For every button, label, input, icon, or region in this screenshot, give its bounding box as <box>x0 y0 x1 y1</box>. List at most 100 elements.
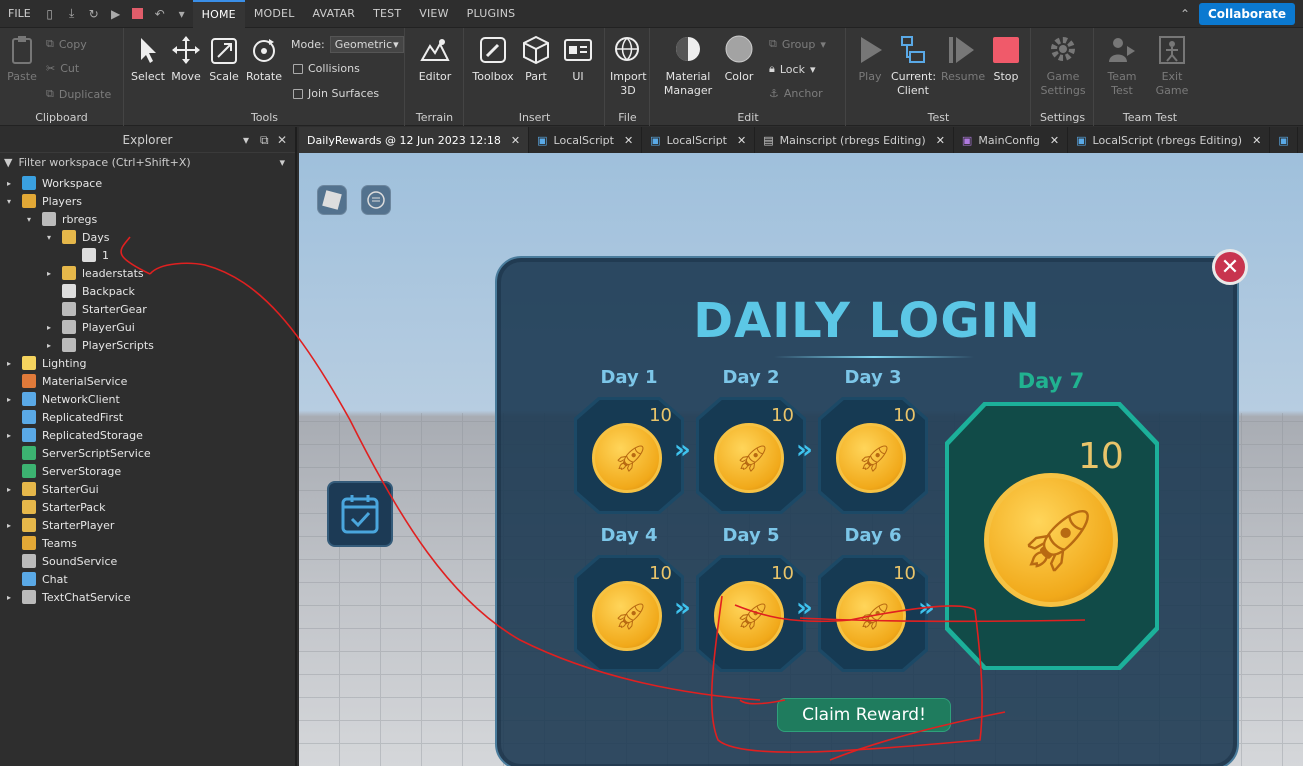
exit-game-button[interactable]: Exit Game <box>1153 34 1191 98</box>
expand-arrow-icon[interactable]: ▸ <box>4 395 14 404</box>
copy-button[interactable]: ⧉ Copy <box>46 37 87 51</box>
game-settings-button[interactable]: Game Settings <box>1040 34 1086 98</box>
select-button[interactable]: Select <box>131 34 165 84</box>
stop-icon[interactable] <box>127 0 149 28</box>
claim-reward-button[interactable]: Claim Reward! <box>777 698 951 732</box>
scale-button[interactable]: Scale <box>207 34 241 84</box>
daily-rewards-open-button[interactable] <box>327 481 393 547</box>
duplicate-button[interactable]: ⧉ Duplicate <box>46 87 111 101</box>
explorer-item-lighting[interactable]: ▸ Lighting <box>4 354 86 372</box>
explorer-item-starterplayer[interactable]: ▸ StarterPlayer <box>4 516 114 534</box>
filter-workspace-input[interactable]: ▼ Filter workspace (Ctrl+Shift+X) ▾ <box>0 153 295 171</box>
tab-model[interactable]: MODEL <box>245 0 304 28</box>
tab-localscript-2[interactable]: ▣ LocalScript ✕ <box>642 127 756 153</box>
undo-icon[interactable]: ↶ <box>149 0 171 28</box>
expand-arrow-icon[interactable]: ▸ <box>4 485 14 494</box>
paste-button[interactable]: Paste <box>6 34 38 84</box>
close-panel-button[interactable]: ✕ <box>1212 249 1248 285</box>
toolbox-button[interactable]: Toolbox <box>471 34 515 84</box>
tab-view[interactable]: VIEW <box>410 0 457 28</box>
explorer-item-players[interactable]: ▾ Players <box>4 192 82 210</box>
tab-localscript-1[interactable]: ▣ LocalScript ✕ <box>529 127 643 153</box>
explorer-item-playerscripts[interactable]: ▸ PlayerScripts <box>44 336 154 354</box>
explorer-item-serverscriptservice[interactable]: ServerScriptService <box>4 444 151 462</box>
day-card[interactable]: 10 🚀︎ <box>696 397 806 514</box>
explorer-item-backpack[interactable]: Backpack <box>44 282 135 300</box>
move-button[interactable]: Move <box>169 34 203 84</box>
expand-arrow-icon[interactable]: ▸ <box>4 521 14 530</box>
collapse-ribbon-icon[interactable]: ⌃ <box>1180 0 1190 28</box>
explorer-item-chat[interactable]: Chat <box>4 570 68 588</box>
explorer-item-soundservice[interactable]: SoundService <box>4 552 117 570</box>
tab-home[interactable]: HOME <box>192 0 245 28</box>
terrain-editor-button[interactable]: Editor <box>418 34 452 84</box>
expand-arrow-icon[interactable]: ▾ <box>4 197 14 206</box>
day-card[interactable]: 10 🚀︎ <box>818 555 928 672</box>
tab-plugins[interactable]: PLUGINS <box>458 0 525 28</box>
collisions-toggle[interactable]: Collisions <box>293 62 360 75</box>
chat-button[interactable] <box>361 185 391 215</box>
team-test-button[interactable]: Team Test <box>1103 34 1141 98</box>
explorer-item-startergear[interactable]: StarterGear <box>44 300 147 318</box>
ui-button[interactable]: UI <box>563 34 593 84</box>
tab-overflow[interactable]: ▣ <box>1270 127 1298 153</box>
collisions-checkbox[interactable] <box>293 63 303 74</box>
explorer-item-rbregs[interactable]: ▾ rbregs <box>24 210 97 228</box>
explorer-item-replicatedstorage[interactable]: ▸ ReplicatedStorage <box>4 426 143 444</box>
game-scene[interactable]: DAILY LOGIN Day 1 10 🚀︎» Day 2 10 🚀︎» Day 3 10 🚀… <box>299 153 1303 766</box>
expand-arrow-icon[interactable]: ▸ <box>4 593 14 602</box>
explorer-item-teams[interactable]: Teams <box>4 534 77 552</box>
day-card[interactable]: 10 🚀︎ <box>574 397 684 514</box>
close-icon[interactable]: ✕ <box>511 134 520 147</box>
explorer-item-workspace[interactable]: ▸ Workspace <box>4 174 102 192</box>
anchor-button[interactable]: ⚓︎ Anchor <box>769 87 823 100</box>
close-icon[interactable]: ✕ <box>624 134 633 147</box>
filter-dropdown-icon[interactable]: ▾ <box>279 156 285 169</box>
day-card[interactable]: 10 🚀︎ <box>574 555 684 672</box>
mode-dropdown[interactable]: Geometric ▾ <box>329 36 404 53</box>
roblox-menu-button[interactable] <box>317 185 347 215</box>
expand-arrow-icon[interactable]: ▾ <box>24 215 34 224</box>
expand-arrow-icon[interactable]: ▸ <box>4 359 14 368</box>
stop-button[interactable]: Stop <box>989 34 1023 84</box>
explorer-item-leaderstats[interactable]: ▸ leaderstats <box>44 264 144 282</box>
tab-mainscript[interactable]: ▤ Mainscript (rbregs Editing) ✕ <box>755 127 954 153</box>
explorer-item-playergui[interactable]: ▸ PlayerGui <box>44 318 135 336</box>
lock-button[interactable]: 🔒︎ Lock ▾ <box>769 62 815 76</box>
explorer-item-startergui[interactable]: ▸ StarterGui <box>4 480 99 498</box>
close-icon[interactable]: ✕ <box>1252 134 1261 147</box>
close-icon[interactable]: ✕ <box>936 134 945 147</box>
play-button[interactable]: Play <box>855 34 885 84</box>
rotate-button[interactable]: Rotate <box>245 34 283 84</box>
tab-avatar[interactable]: AVATAR <box>304 0 365 28</box>
close-icon[interactable]: ✕ <box>277 133 287 147</box>
explorer-item-serverstorage[interactable]: ServerStorage <box>4 462 121 480</box>
resume-button[interactable]: Resume <box>941 34 985 84</box>
expand-arrow-icon[interactable]: ▾ <box>44 233 54 242</box>
explorer-item-textchatservice[interactable]: ▸ TextChatService <box>4 588 131 606</box>
explorer-item-1[interactable]: 1 <box>64 246 109 264</box>
import-3d-button[interactable]: Import 3D <box>610 34 647 98</box>
group-button[interactable]: ⧉ Group ▾ <box>769 37 826 51</box>
tab-localscript-editing[interactable]: ▣ LocalScript (rbregs Editing) ✕ <box>1068 127 1271 153</box>
file-menu[interactable]: FILE <box>0 0 39 28</box>
explorer-item-days[interactable]: ▾ Days <box>44 228 109 246</box>
cut-button[interactable]: ✂ Cut <box>46 62 79 75</box>
color-button[interactable]: Color <box>721 34 757 84</box>
expand-arrow-icon[interactable]: ▸ <box>4 431 14 440</box>
close-icon[interactable]: ✕ <box>1050 134 1059 147</box>
tab-test[interactable]: TEST <box>364 0 410 28</box>
join-surfaces-toggle[interactable]: Join Surfaces <box>293 87 379 100</box>
day-card[interactable]: 10 🚀︎ <box>696 555 806 672</box>
chevron-down-icon[interactable]: ▾ <box>243 133 249 147</box>
undock-icon[interactable]: ⧉ <box>260 133 269 148</box>
explorer-item-replicatedfirst[interactable]: ReplicatedFirst <box>4 408 123 426</box>
current-client-button[interactable]: Current: Client <box>891 34 936 98</box>
new-file-icon[interactable]: ▯ <box>39 0 61 28</box>
expand-arrow-icon[interactable]: ▸ <box>44 323 54 332</box>
open-icon[interactable]: ⤓ <box>61 0 83 28</box>
material-manager-button[interactable]: Material Manager <box>663 34 713 98</box>
explorer-item-materialservice[interactable]: MaterialService <box>4 372 127 390</box>
expand-arrow-icon[interactable]: ▸ <box>44 269 54 278</box>
part-button[interactable]: Part <box>521 34 551 84</box>
